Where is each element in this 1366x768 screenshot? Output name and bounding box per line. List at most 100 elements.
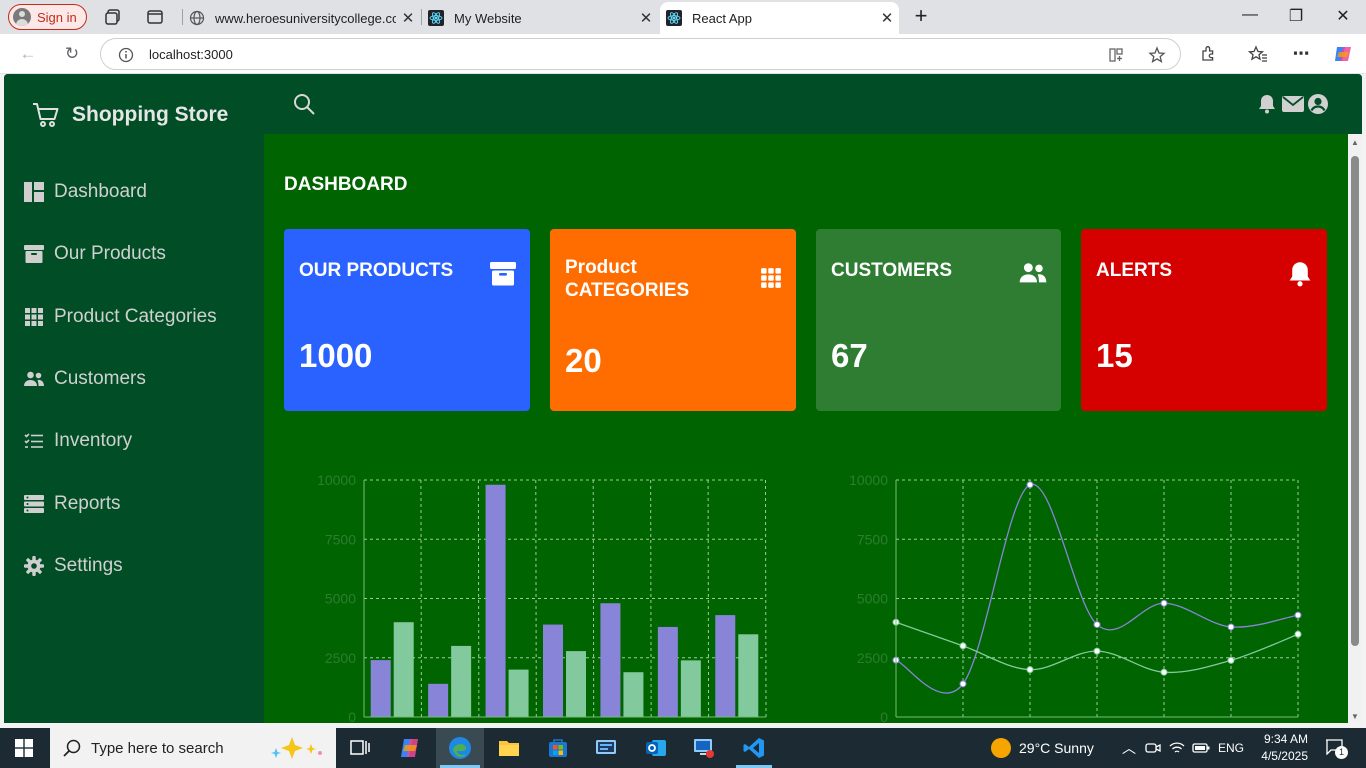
data-point <box>1093 647 1101 655</box>
y-tick-label: 5000 <box>857 591 888 607</box>
taskbar-search-placeholder: Type here to search <box>91 739 224 757</box>
copilot-icon[interactable] <box>1332 43 1354 65</box>
back-icon[interactable]: ← <box>18 44 38 64</box>
grid-line <box>765 479 767 718</box>
bar-chart: 0 2500 5000 7500 10000 <box>317 472 767 723</box>
scroll-down-icon[interactable]: ▼ <box>1351 712 1359 721</box>
sidebar-item-label: Customers <box>54 368 146 389</box>
language-indicator[interactable]: ENG <box>1218 728 1244 768</box>
vscode-icon[interactable] <box>742 736 766 760</box>
windows-start-icon[interactable] <box>15 739 33 757</box>
search-icon[interactable] <box>293 93 315 115</box>
extensions-icon[interactable] <box>1200 45 1218 63</box>
y-tick-label: 2500 <box>325 650 356 666</box>
close-tab-icon[interactable]: ✕ <box>875 9 899 27</box>
sidebar-item-customers[interactable]: Customers <box>24 368 146 390</box>
sidebar-item-settings[interactable]: Settings <box>24 555 123 577</box>
y-tick-label: 2500 <box>857 650 888 666</box>
notification-center-icon[interactable]: 1 <box>1325 739 1348 759</box>
sidebar-item-reports[interactable]: Reports <box>24 493 121 515</box>
card-title-line2: CATEGORIES <box>565 280 690 301</box>
taskbar-search-input[interactable]: Type here to search <box>50 728 336 768</box>
close-tab-icon[interactable]: ✕ <box>634 9 658 27</box>
clock[interactable]: 9:34 AM 4/5/2025 <box>1256 731 1308 765</box>
search-highlight-icon <box>271 737 322 759</box>
y-tick-label: 5000 <box>325 591 356 607</box>
card-our-products[interactable]: OUR PRODUCTS 1000 <box>284 229 530 411</box>
close-tab-icon[interactable]: ✕ <box>396 9 420 27</box>
workspaces-icon[interactable] <box>104 8 122 26</box>
close-window-icon[interactable]: ✕ <box>1332 6 1354 26</box>
edge-browser-icon[interactable] <box>448 736 472 760</box>
wifi-icon[interactable] <box>1169 741 1185 755</box>
shopping-cart-icon <box>33 103 59 127</box>
sidebar-item-label: Reports <box>54 493 121 514</box>
sidebar: Shopping Store Dashboard Our Products Pr… <box>4 74 264 723</box>
bar <box>543 624 563 717</box>
split-screen-icon[interactable] <box>1108 47 1124 63</box>
tab-actions-icon[interactable] <box>146 8 164 26</box>
brand[interactable]: Shopping Store <box>32 102 228 128</box>
card-product-categories[interactable]: Product CATEGORIES 20 <box>550 229 796 411</box>
microsoft-store-icon[interactable] <box>546 736 570 760</box>
copilot-app-icon[interactable] <box>398 736 422 760</box>
notification-badge: 1 <box>1335 746 1348 759</box>
sidebar-item-inventory[interactable]: Inventory <box>24 430 132 452</box>
remote-desktop-icon[interactable] <box>692 736 716 760</box>
mail-icon[interactable] <box>1282 95 1304 113</box>
page-scrollbar[interactable]: ▲ ▼ <box>1348 134 1362 723</box>
bar <box>566 651 586 717</box>
card-customers[interactable]: CUSTOMERS 67 <box>816 229 1061 411</box>
sidebar-item-label: Inventory <box>54 430 133 451</box>
favorites-icon[interactable] <box>1248 45 1268 63</box>
outlook-icon[interactable] <box>644 736 668 760</box>
tab-my-website[interactable]: My Website ✕ <box>422 2 658 34</box>
more-options-icon[interactable]: ⋯ <box>1291 44 1311 64</box>
url-text: localhost:3000 <box>149 47 233 62</box>
list-icon <box>24 433 43 448</box>
sun-icon <box>991 738 1011 758</box>
users-icon <box>24 371 44 386</box>
restore-icon[interactable]: ❐ <box>1285 6 1307 26</box>
meet-now-icon[interactable] <box>1145 741 1161 755</box>
url-input[interactable]: localhost:3000 <box>100 38 1181 70</box>
weather-widget[interactable]: 29°C Sunny <box>991 728 1094 768</box>
data-point <box>1294 611 1302 619</box>
brand-title: Shopping Store <box>72 103 229 126</box>
show-hidden-icons-icon[interactable]: ︿ <box>1122 728 1136 768</box>
card-title: Product CATEGORIES <box>565 256 689 302</box>
file-explorer-icon[interactable] <box>497 736 521 760</box>
series-line <box>895 621 1299 674</box>
control-panel-icon[interactable] <box>594 736 618 760</box>
refresh-icon[interactable]: ↻ <box>62 44 82 64</box>
clock-time: 9:34 AM <box>1263 732 1308 746</box>
tab-title: React App <box>692 10 752 26</box>
scrollbar-thumb[interactable] <box>1351 156 1359 646</box>
sidebar-item-product-categories[interactable]: Product Categories <box>24 306 217 328</box>
profile-avatar-icon <box>13 8 31 26</box>
tab-react-app[interactable]: React App ✕ <box>660 2 899 34</box>
user-profile-icon[interactable] <box>1307 93 1329 115</box>
battery-icon[interactable] <box>1192 741 1210 755</box>
card-alerts[interactable]: ALERTS 15 <box>1081 229 1327 411</box>
y-tick-label: 7500 <box>325 531 356 547</box>
task-view-icon[interactable] <box>348 736 372 760</box>
sidebar-item-dashboard[interactable]: Dashboard <box>24 181 147 203</box>
bar <box>508 669 529 717</box>
grid-line <box>420 479 422 718</box>
sign-in-button[interactable]: Sign in <box>8 4 87 30</box>
bar <box>680 660 701 717</box>
tab-heroes[interactable]: www.heroesuniversitycollege.com ✕ <box>183 2 420 34</box>
sidebar-item-our-products[interactable]: Our Products <box>24 243 166 265</box>
bell-icon <box>1289 262 1311 287</box>
notification-bell-icon[interactable] <box>1257 94 1277 114</box>
sidebar-item-label: Product Categories <box>54 306 217 327</box>
minimize-icon[interactable]: — <box>1239 6 1261 24</box>
y-tick-label: 0 <box>880 709 888 723</box>
data-point <box>959 642 967 650</box>
y-tick-label: 10000 <box>849 472 888 488</box>
favorite-star-icon[interactable] <box>1148 46 1166 64</box>
new-tab-icon[interactable]: + <box>910 3 932 29</box>
scroll-up-icon[interactable]: ▲ <box>1351 138 1359 147</box>
info-icon[interactable] <box>118 47 134 63</box>
